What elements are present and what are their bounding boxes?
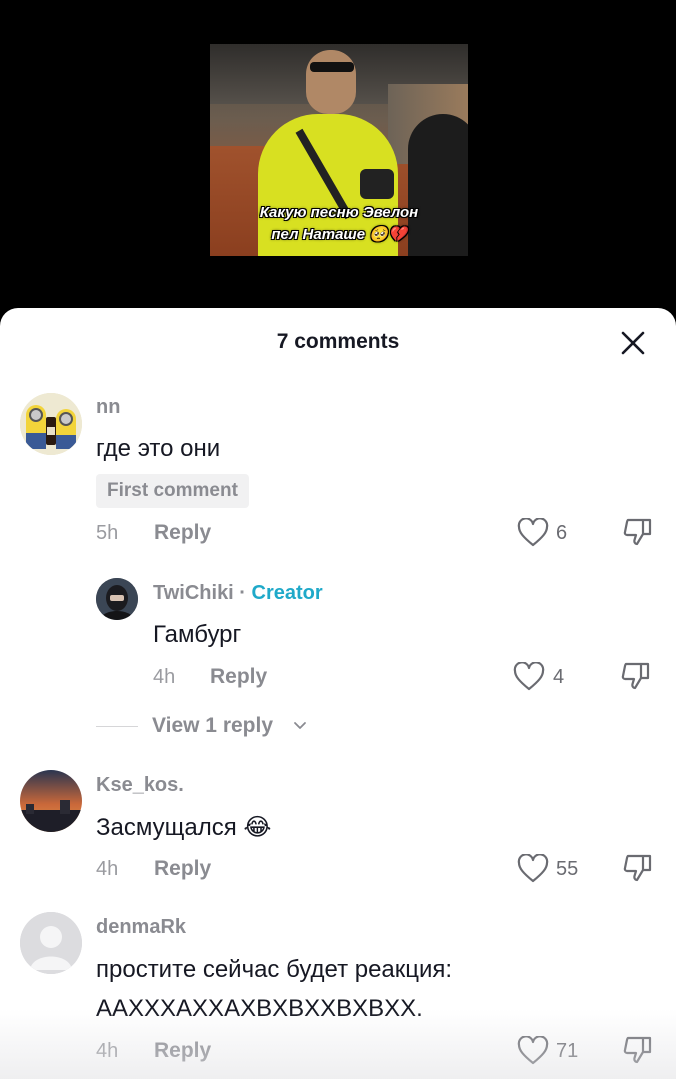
thumb-sunglasses [310, 62, 354, 72]
video-area[interactable]: Какую песню Эвелон пел Наташе 🥺💔 [0, 0, 676, 320]
like-count: 71 [556, 1040, 579, 1062]
like-count: 55 [556, 858, 579, 880]
view-replies-button[interactable]: View 1 reply [152, 714, 273, 738]
heart-outline-icon[interactable] [517, 1036, 549, 1066]
reply-button[interactable]: Reply [154, 521, 211, 545]
comment-username[interactable]: nn [96, 396, 120, 419]
thumbs-down-icon[interactable] [620, 660, 652, 692]
thumb-bag [360, 169, 394, 199]
comment-text: где это они [96, 435, 221, 462]
avatar[interactable] [20, 393, 82, 455]
username-separator: · [233, 582, 252, 604]
avatar[interactable] [20, 770, 82, 832]
heart-outline-icon[interactable] [517, 854, 549, 884]
close-icon[interactable] [620, 330, 646, 356]
comment-text-line-2: AAXXXAXXAXBXBXXBXBXX. [96, 995, 423, 1022]
avatar[interactable] [20, 912, 82, 974]
thumbs-down-icon[interactable] [622, 516, 654, 548]
comment-time: 4h [96, 858, 119, 880]
reply-button[interactable]: Reply [210, 665, 267, 689]
thumb-person-head [306, 50, 356, 114]
comment-username[interactable]: Kse_kos. [96, 774, 184, 797]
comment-time: 4h [153, 666, 176, 688]
minions-avatar-image [20, 393, 82, 455]
first-comment-badge: First comment [96, 474, 249, 508]
username-text[interactable]: TwiChiki [153, 582, 234, 604]
reply-button[interactable]: Reply [154, 1039, 211, 1063]
comment-text: Гамбург [153, 621, 242, 648]
reply-button[interactable]: Reply [154, 857, 211, 881]
comment-time: 5h [96, 522, 119, 544]
video-caption: Какую песню Эвелон пел Наташе 🥺💔 [259, 204, 419, 243]
video-thumbnail[interactable]: Какую песню Эвелон пел Наташе 🥺💔 [210, 44, 468, 256]
divider-line [96, 726, 138, 727]
default-avatar-icon [20, 912, 82, 974]
creator-tag: Creator [251, 582, 323, 604]
comments-sheet: 7 comments nn где это они First comment … [0, 308, 676, 1079]
avatar[interactable] [96, 578, 138, 620]
comment-text-line-1: простите сейчас будет реакция: [96, 956, 453, 983]
comment-time: 4h [96, 1040, 119, 1062]
heart-outline-icon[interactable] [513, 662, 545, 692]
comment-username[interactable]: TwiChiki · Creator [153, 582, 323, 605]
creator-avatar-image [96, 578, 138, 620]
like-count: 4 [553, 666, 565, 688]
sheet-header: 7 comments [0, 308, 676, 376]
like-count: 6 [556, 522, 568, 544]
comments-count-title: 7 comments [276, 330, 400, 353]
comment-username[interactable]: denmaRk [96, 916, 186, 939]
heart-outline-icon[interactable] [517, 518, 549, 548]
sunset-avatar-image [20, 770, 82, 832]
thumbs-down-icon[interactable] [622, 1034, 654, 1066]
comment-text: Засмущался 😂 [96, 814, 272, 841]
thumbs-down-icon[interactable] [622, 852, 654, 884]
chevron-down-icon [294, 722, 306, 729]
